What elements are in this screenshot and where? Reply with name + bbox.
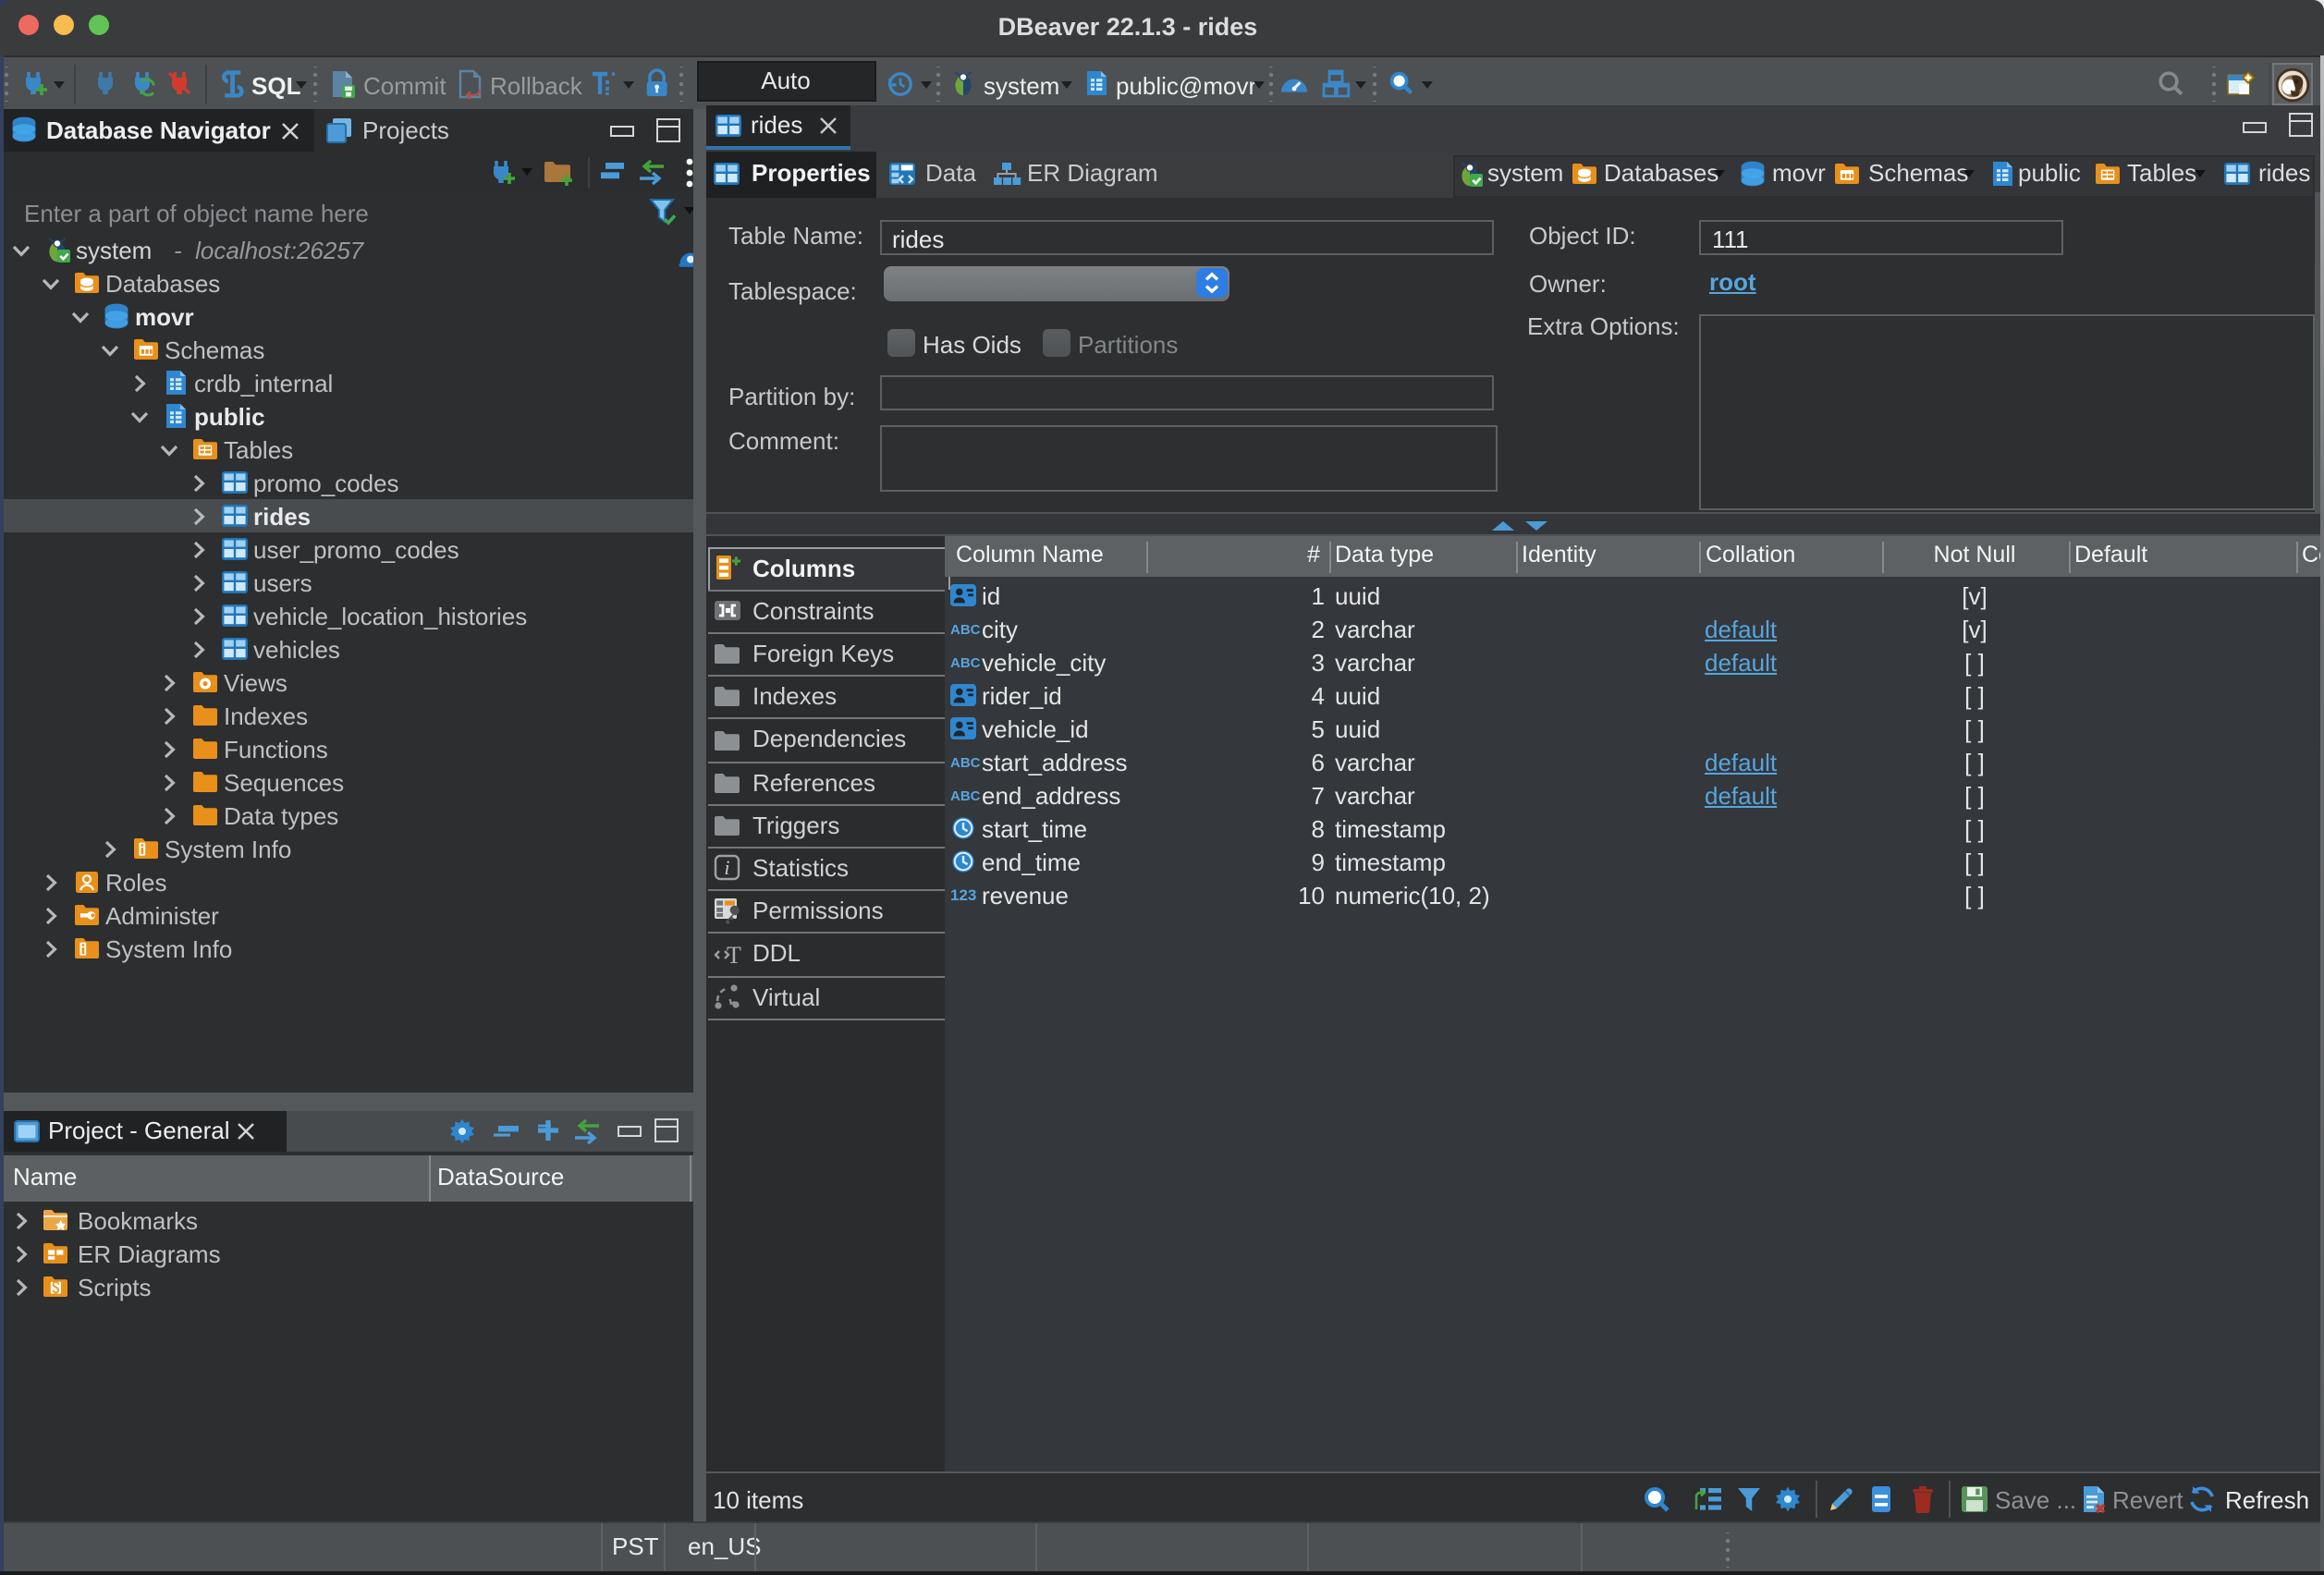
svg-text:ABC: ABC xyxy=(950,655,981,671)
svg-text:ABC: ABC xyxy=(950,622,981,638)
svg-text:123: 123 xyxy=(950,886,976,904)
svg-text:T: T xyxy=(727,941,741,968)
svg-text:ABC: ABC xyxy=(950,755,981,771)
svg-text:i: i xyxy=(724,856,729,879)
svg-text:ABC: ABC xyxy=(950,788,981,804)
